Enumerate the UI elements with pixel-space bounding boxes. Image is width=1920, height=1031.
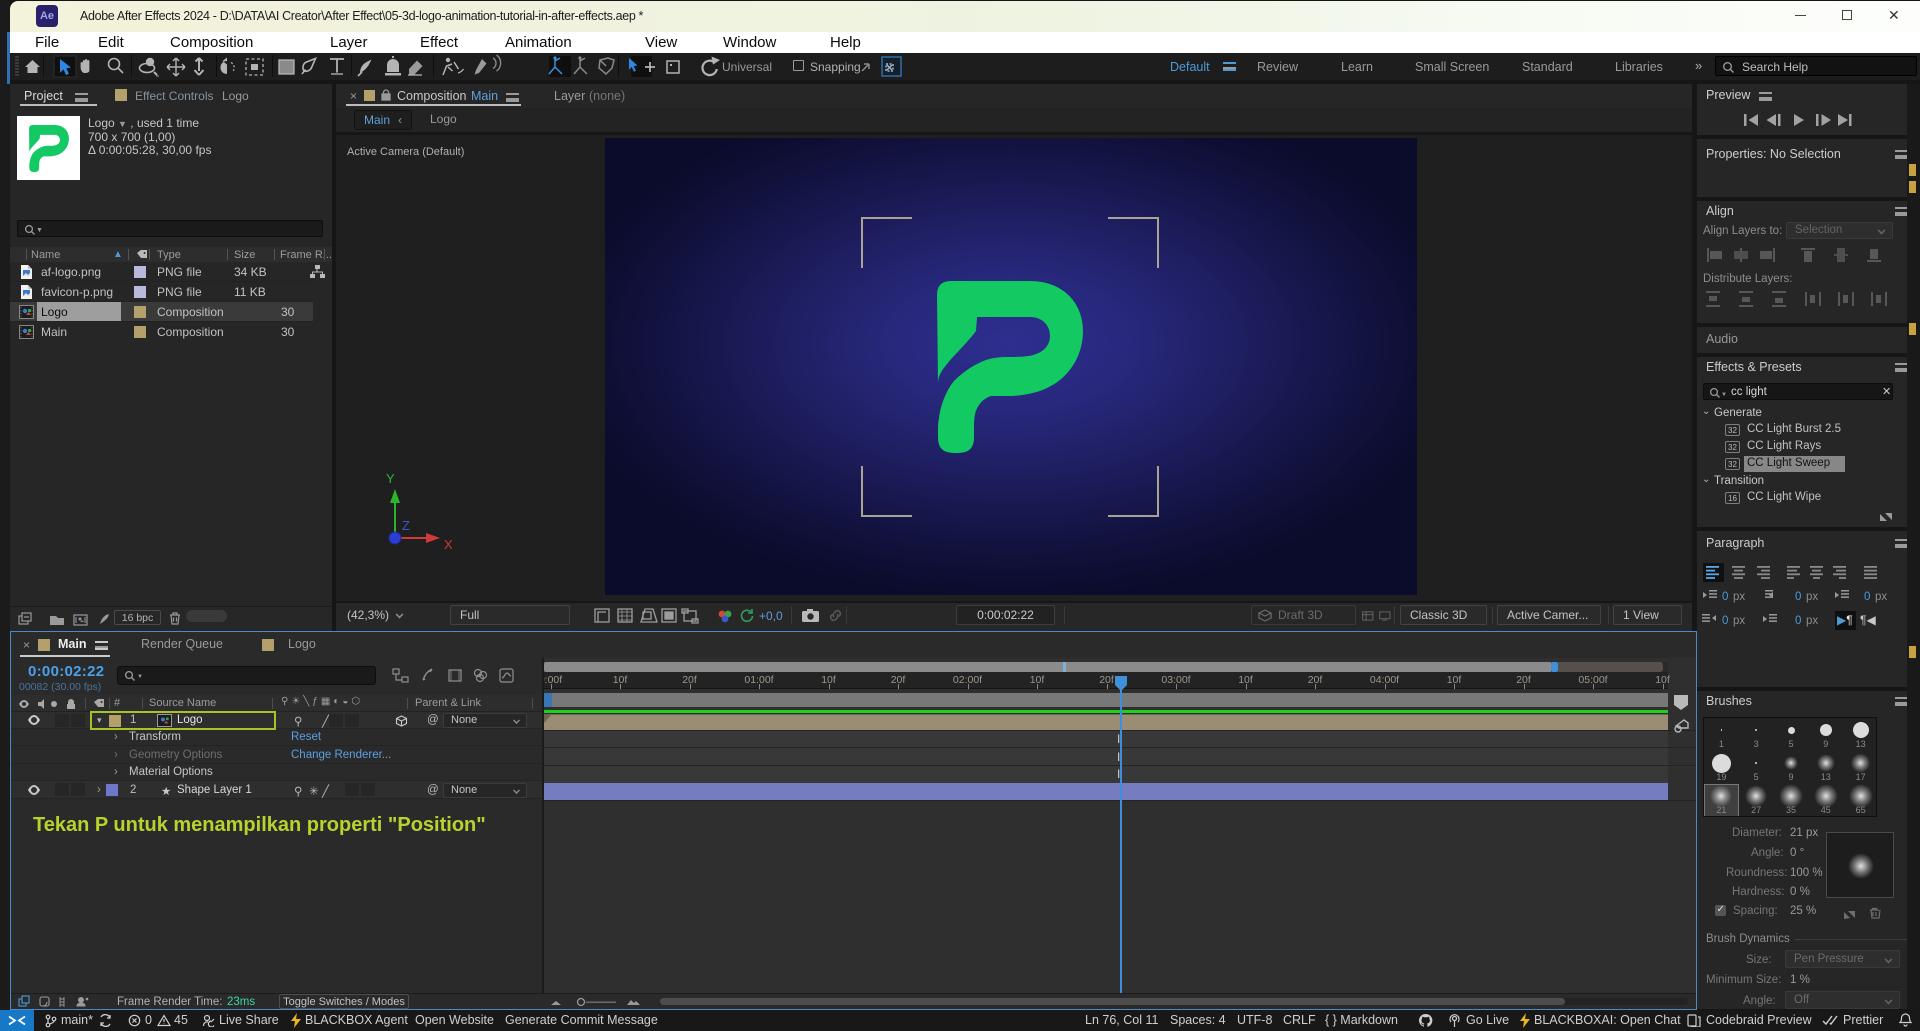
svg-text:Z: Z (402, 518, 410, 533)
svg-text:Y: Y (386, 471, 395, 486)
svg-text:X: X (444, 537, 452, 552)
